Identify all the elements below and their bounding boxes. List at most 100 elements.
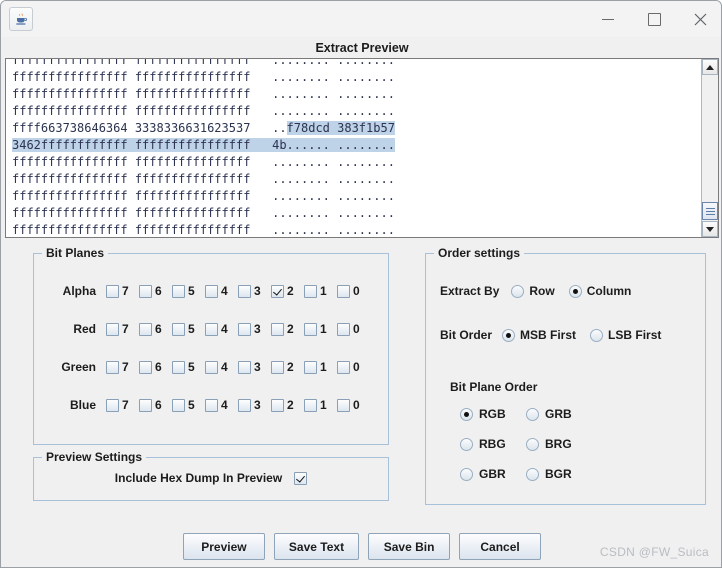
bit-plane-checkbox-alpha-5[interactable] (172, 284, 185, 298)
bit-plane-checkbox-red-3[interactable] (238, 322, 251, 336)
bit-plane-cell-blue-5[interactable]: 5 (172, 398, 205, 412)
bit-plane-order-option-rbg[interactable]: RBG (460, 437, 506, 451)
bit-plane-checkbox-red-1[interactable] (304, 322, 317, 336)
extract-by-option-row[interactable]: Row (511, 284, 555, 298)
bit-plane-order-radio-brg[interactable] (526, 437, 539, 451)
bit-plane-cell-alpha-2[interactable]: 2 (271, 284, 304, 298)
bit-plane-checkbox-red-7[interactable] (106, 322, 119, 336)
bit-order-msb-radio[interactable] (502, 328, 516, 342)
bit-plane-checkbox-blue-1[interactable] (304, 398, 317, 412)
extract-by-row-radio[interactable] (511, 284, 525, 298)
save-bin-button[interactable]: Save Bin (368, 533, 451, 560)
bit-plane-checkbox-green-2[interactable] (271, 360, 284, 374)
bit-plane-order-radio-rbg[interactable] (460, 437, 473, 451)
bit-plane-cell-red-3[interactable]: 3 (238, 322, 271, 336)
bit-plane-cell-alpha-3[interactable]: 3 (238, 284, 271, 298)
scroll-up-button[interactable] (702, 59, 718, 75)
extract-by-column-radio[interactable] (568, 284, 582, 298)
bit-plane-cell-blue-7[interactable]: 7 (106, 398, 139, 412)
bit-plane-order-option-bgr[interactable]: BGR (526, 467, 572, 481)
bit-plane-checkbox-alpha-0[interactable] (337, 284, 350, 298)
bit-plane-checkbox-green-5[interactable] (172, 360, 185, 374)
bit-plane-checkbox-alpha-6[interactable] (139, 284, 152, 298)
bit-order-lsb-radio[interactable] (590, 328, 604, 342)
bit-plane-cell-green-4[interactable]: 4 (205, 360, 238, 374)
bit-plane-cell-red-0[interactable]: 0 (337, 322, 370, 336)
preview-button[interactable]: Preview (182, 533, 265, 560)
bit-plane-checkbox-alpha-2[interactable] (271, 284, 284, 298)
vertical-scrollbar[interactable] (701, 59, 718, 237)
bit-plane-cell-blue-3[interactable]: 3 (238, 398, 271, 412)
bit-plane-cell-red-1[interactable]: 1 (304, 322, 337, 336)
bit-plane-checkbox-blue-2[interactable] (271, 398, 284, 412)
hex-dump-text-area[interactable]: ffffffffffffffff ffffffffffffffff ......… (6, 59, 701, 237)
bit-plane-checkbox-green-0[interactable] (337, 360, 350, 374)
bit-plane-cell-green-1[interactable]: 1 (304, 360, 337, 374)
bit-plane-checkbox-blue-0[interactable] (337, 398, 350, 412)
bit-plane-cell-green-3[interactable]: 3 (238, 360, 271, 374)
bit-plane-checkbox-green-3[interactable] (238, 360, 251, 374)
bit-plane-cell-green-7[interactable]: 7 (106, 360, 139, 374)
bit-plane-checkbox-red-6[interactable] (139, 322, 152, 336)
bit-plane-checkbox-blue-3[interactable] (238, 398, 251, 412)
bit-plane-cell-alpha-5[interactable]: 5 (172, 284, 205, 298)
bit-plane-checkbox-red-4[interactable] (205, 322, 218, 336)
bit-plane-checkbox-green-1[interactable] (304, 360, 317, 374)
bit-plane-order-radio-grb[interactable] (526, 407, 539, 421)
bit-plane-checkbox-blue-4[interactable] (205, 398, 218, 412)
bit-plane-checkbox-green-7[interactable] (106, 360, 119, 374)
bit-plane-cell-blue-1[interactable]: 1 (304, 398, 337, 412)
scroll-down-button[interactable] (702, 221, 718, 237)
bit-plane-cell-red-7[interactable]: 7 (106, 322, 139, 336)
bit-plane-checkbox-green-4[interactable] (205, 360, 218, 374)
bit-plane-order-option-gbr[interactable]: GBR (460, 467, 506, 481)
bit-plane-cell-green-5[interactable]: 5 (172, 360, 205, 374)
bit-plane-checkbox-red-0[interactable] (337, 322, 350, 336)
bit-plane-cell-red-4[interactable]: 4 (205, 322, 238, 336)
close-button[interactable] (677, 1, 721, 37)
minimize-button[interactable] (585, 1, 631, 37)
bit-plane-cell-red-6[interactable]: 6 (139, 322, 172, 336)
bit-plane-cell-alpha-6[interactable]: 6 (139, 284, 172, 298)
bit-plane-checkbox-alpha-3[interactable] (238, 284, 251, 298)
bit-plane-order-option-rgb[interactable]: RGB (460, 407, 506, 421)
bit-order-option-lsb[interactable]: LSB First (590, 328, 661, 342)
bit-plane-cell-alpha-1[interactable]: 1 (304, 284, 337, 298)
bit-plane-cell-blue-2[interactable]: 2 (271, 398, 304, 412)
bit-plane-cell-blue-6[interactable]: 6 (139, 398, 172, 412)
bit-plane-order-option-grb[interactable]: GRB (526, 407, 572, 421)
bit-order-option-msb[interactable]: MSB First (502, 328, 576, 342)
bit-plane-order-radio-bgr[interactable] (526, 467, 539, 481)
bit-plane-order-radio-gbr[interactable] (460, 467, 473, 481)
include-hex-dump-row[interactable]: Include Hex Dump In Preview (34, 471, 388, 485)
bit-plane-checkbox-blue-6[interactable] (139, 398, 152, 412)
scrollbar-thumb[interactable] (702, 202, 718, 220)
bit-plane-checkbox-red-5[interactable] (172, 322, 185, 336)
bit-plane-order-option-brg[interactable]: BRG (526, 437, 572, 451)
maximize-button[interactable] (631, 1, 677, 37)
bit-plane-checkbox-blue-5[interactable] (172, 398, 185, 412)
bit-plane-checkbox-red-2[interactable] (271, 322, 284, 336)
bit-plane-cell-blue-4[interactable]: 4 (205, 398, 238, 412)
bit-plane-cell-alpha-7[interactable]: 7 (106, 284, 139, 298)
bit-plane-cell-green-2[interactable]: 2 (271, 360, 304, 374)
bit-plane-checkbox-alpha-1[interactable] (304, 284, 317, 298)
bit-plane-checkbox-blue-7[interactable] (106, 398, 119, 412)
bit-plane-order-radio-rgb[interactable] (460, 407, 473, 421)
close-icon (694, 13, 706, 25)
save-text-button[interactable]: Save Text (273, 533, 360, 560)
bit-plane-cell-alpha-0[interactable]: 0 (337, 284, 370, 298)
bit-plane-cell-green-0[interactable]: 0 (337, 360, 370, 374)
bit-plane-cell-alpha-4[interactable]: 4 (205, 284, 238, 298)
bit-plane-checkbox-alpha-4[interactable] (205, 284, 218, 298)
bit-plane-checkbox-alpha-7[interactable] (106, 284, 119, 298)
cancel-button[interactable]: Cancel (459, 533, 542, 560)
include-hex-dump-checkbox[interactable] (294, 471, 308, 485)
bit-plane-bit-label: 1 (320, 398, 327, 412)
bit-plane-cell-red-2[interactable]: 2 (271, 322, 304, 336)
bit-plane-checkbox-green-6[interactable] (139, 360, 152, 374)
bit-plane-cell-blue-0[interactable]: 0 (337, 398, 370, 412)
bit-plane-cell-red-5[interactable]: 5 (172, 322, 205, 336)
extract-by-option-column[interactable]: Column (568, 284, 631, 298)
bit-plane-cell-green-6[interactable]: 6 (139, 360, 172, 374)
